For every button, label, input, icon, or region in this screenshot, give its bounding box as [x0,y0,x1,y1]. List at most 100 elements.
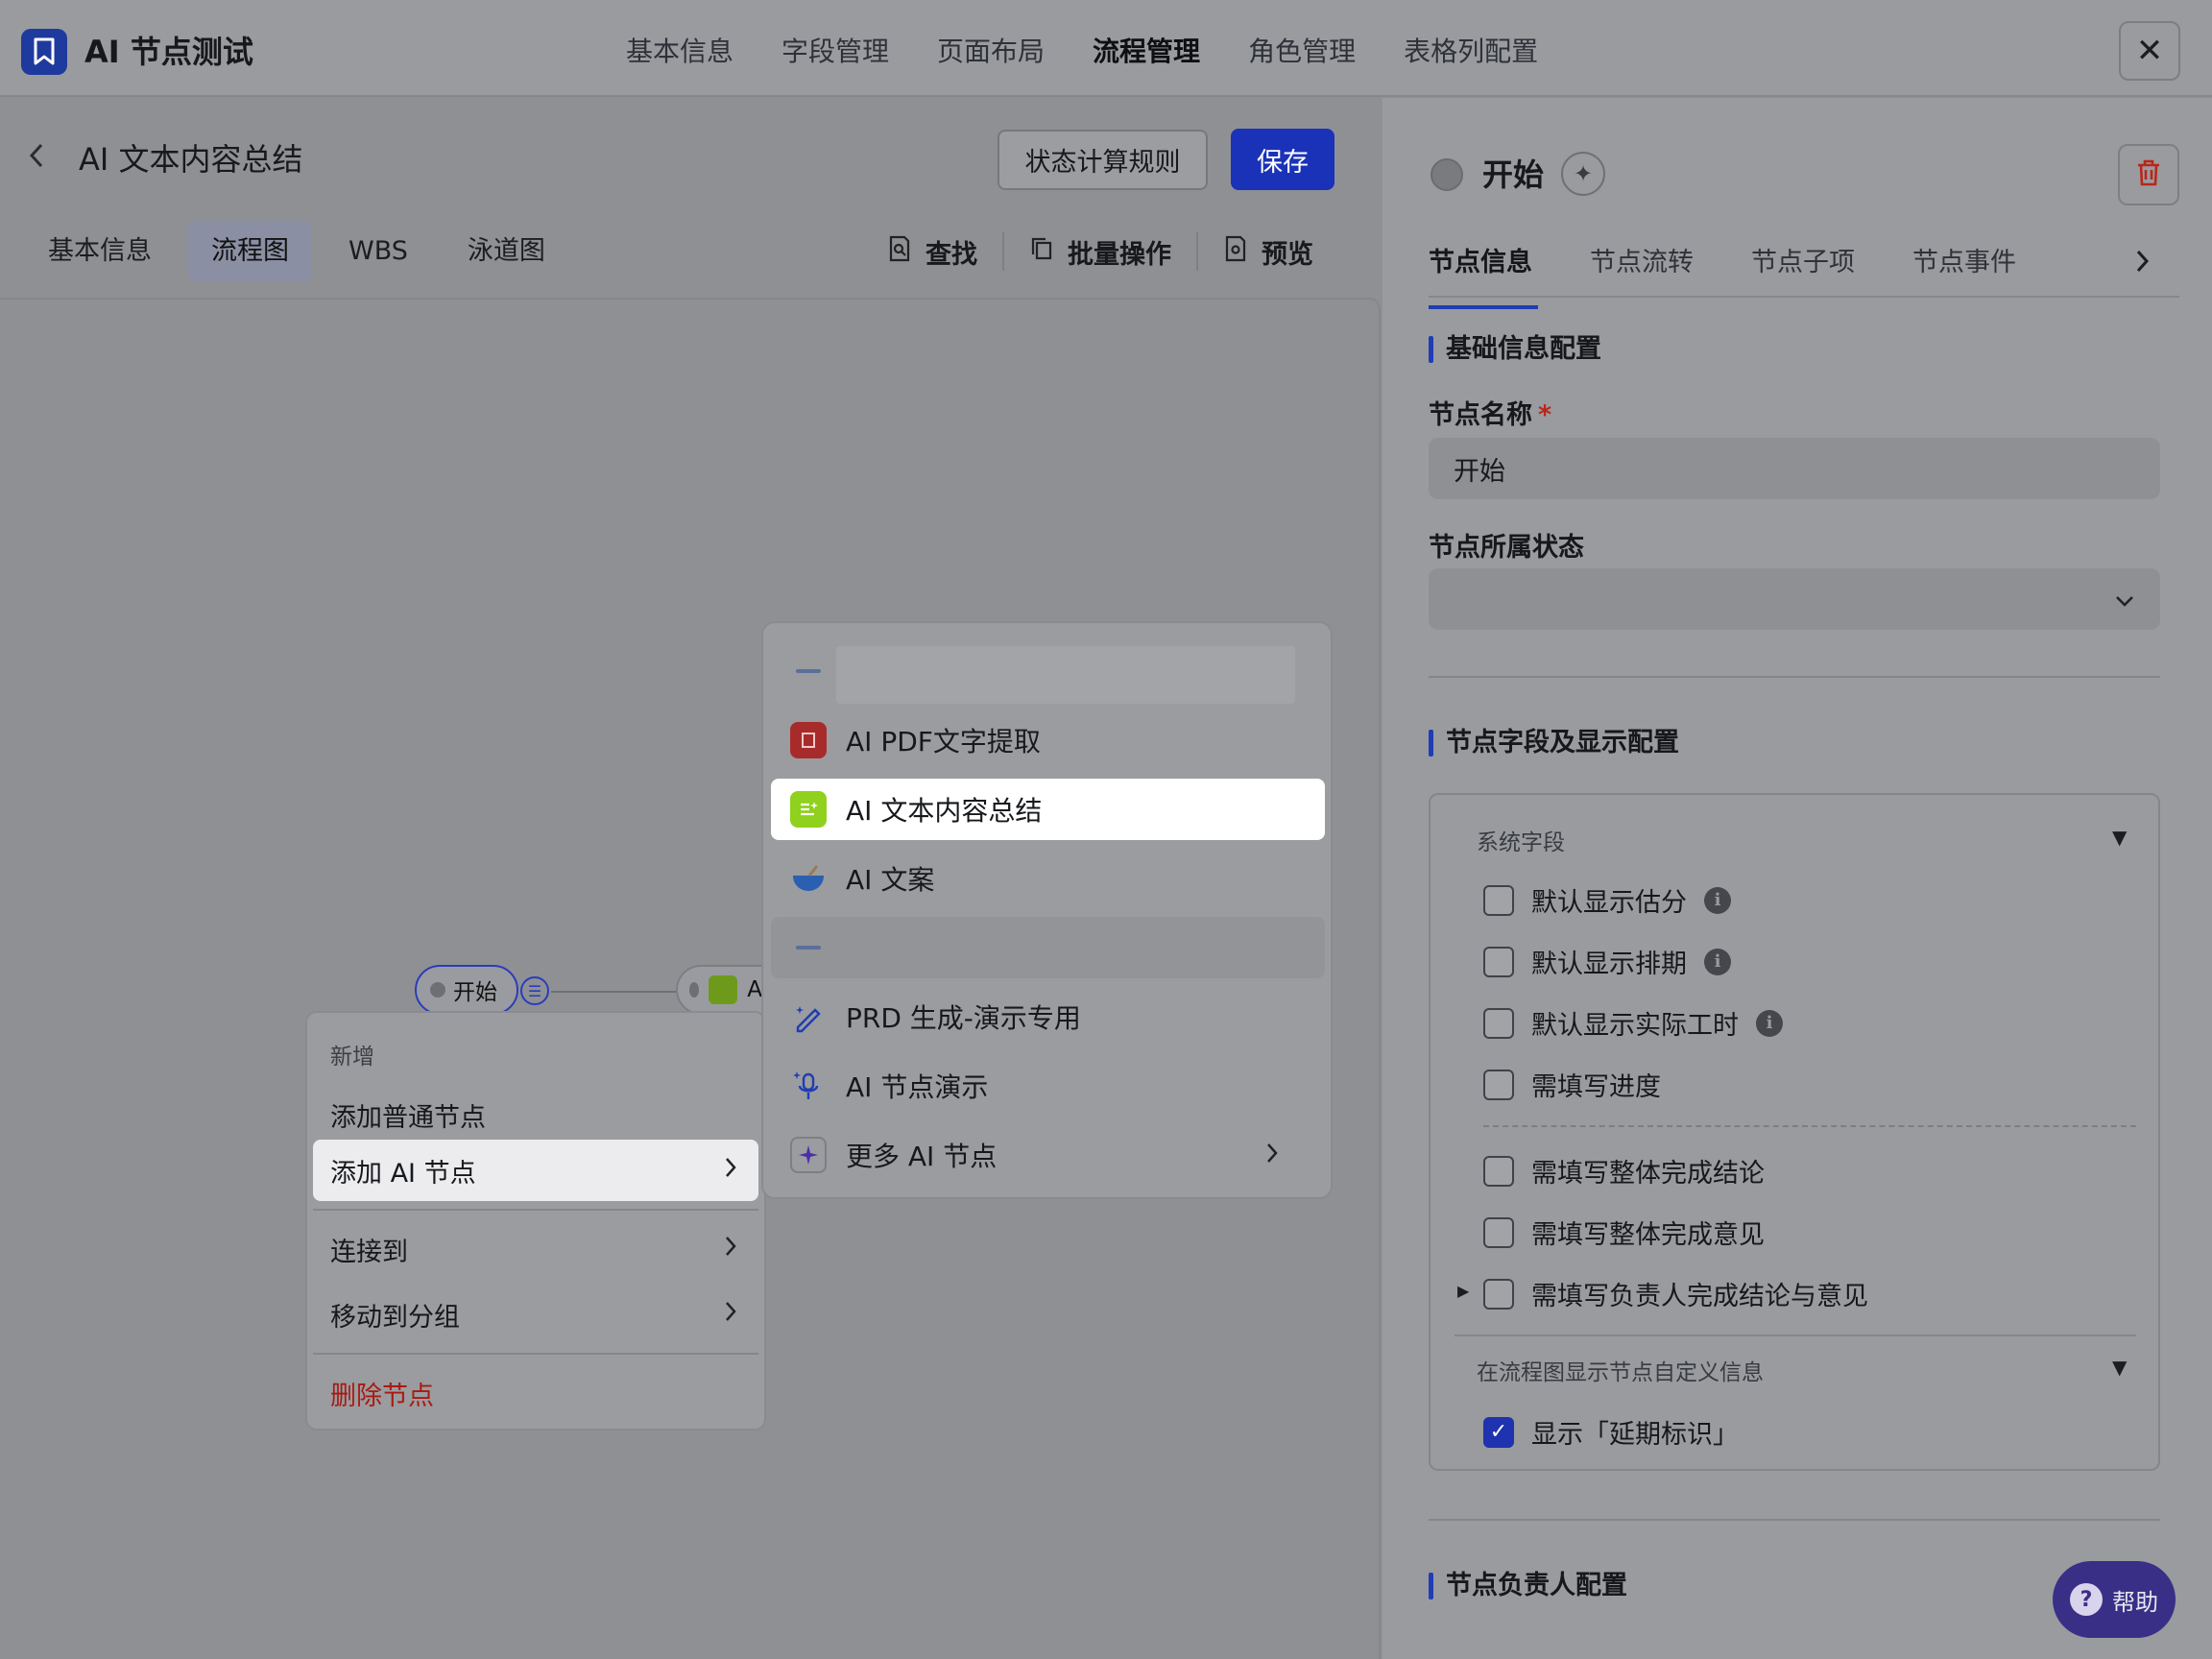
batch-operation-button[interactable]: 批量操作 [1004,233,1196,271]
tab-node-transition[interactable]: 节点流转 [1590,242,1694,296]
menu-item-move-to-group[interactable]: 移动到分组 [313,1284,758,1345]
find-button[interactable]: 查找 [862,233,1002,271]
checkbox-row-owner-conclusion[interactable]: 需填写负责人完成结论与意见 [1483,1275,1868,1312]
menu-item-more-ai-nodes[interactable]: 更多 AI 节点 [771,1124,1325,1186]
section-title-owner: 节点负责人配置 [1429,1569,1627,1603]
sparkle-icon [790,1137,827,1173]
menu-item-ai-copywriting[interactable]: AI 文案 [771,848,1325,909]
top-nav-basic-info[interactable]: 基本信息 [626,29,733,75]
mic-sparkle-icon [790,1068,827,1104]
checkbox-label: 需填写进度 [1531,1072,1661,1102]
menu-item-ai-node-demo[interactable]: AI 节点演示 [771,1055,1325,1117]
flow-node-ai[interactable]: A [676,965,762,1015]
dashed-divider [1483,1125,2136,1127]
top-nav-table-columns[interactable]: 表格列配置 [1404,29,1538,75]
help-button[interactable]: ? 帮助 [2053,1561,2176,1638]
collapse-triangle-icon[interactable]: ▼ [2112,1356,2127,1379]
top-nav-process-management[interactable]: 流程管理 [1093,29,1200,75]
menu-item-add-normal-node[interactable]: 添加普通节点 [313,1084,758,1145]
section-divider [1429,1519,2160,1521]
top-nav-field-management[interactable]: 字段管理 [781,29,889,75]
checkbox[interactable] [1483,1278,1514,1310]
menu-item-add-ai-node[interactable]: 添加 AI 节点 [313,1140,758,1201]
flow-node-label: A [747,977,762,1002]
section-divider [1429,676,2160,678]
tab-swimlane[interactable]: 泳道图 [445,221,568,282]
tab-node-info[interactable]: 节点信息 [1429,242,1538,309]
ai-sparkle-button[interactable]: ✦ [1561,152,1605,196]
menu-item-ai-pdf[interactable]: AI PDF文字提取 [771,709,1325,771]
find-icon [887,235,912,269]
checkbox-row-estimate[interactable]: 默认显示估分 i [1483,881,1731,919]
checkbox-row-schedule[interactable]: 默认显示排期 i [1483,943,1731,980]
section-title-fields: 节点字段及显示配置 [1429,726,1679,760]
chevron-right-icon[interactable] [2135,246,2151,282]
status-rule-button[interactable]: 状态计算规则 [998,130,1208,190]
blurred-placeholder [836,646,1295,704]
top-nav-role-management[interactable]: 角色管理 [1248,29,1356,75]
checkbox[interactable] [1483,1216,1514,1248]
tab-node-events[interactable]: 节点事件 [1912,242,2016,296]
save-button[interactable]: 保存 [1231,129,1334,190]
page-title: AI 文本内容总结 [79,141,303,178]
close-button[interactable]: ✕ [2119,21,2180,81]
flow-node-label: 开始 [453,980,497,1005]
checkbox[interactable] [1483,1155,1514,1187]
input-value: 开始 [1454,456,1505,487]
find-label: 查找 [926,239,977,270]
checkbox-row-actual-hours[interactable]: 默认显示实际工时 i [1483,1004,1783,1042]
checkbox-row-overall-conclusion[interactable]: 需填写整体完成结论 [1483,1152,1765,1190]
collapse-triangle-icon[interactable]: ▼ [2112,826,2127,849]
tab-basic-info[interactable]: 基本信息 [25,221,175,282]
checkbox[interactable] [1483,1007,1514,1039]
app-title: AI 节点测试 [84,34,253,70]
menu-item-prd-generate[interactable]: PRD 生成-演示专用 [771,986,1325,1047]
brand-logo-icon [790,653,827,689]
checkbox-row-progress[interactable]: 需填写进度 [1483,1066,1661,1103]
top-nav-page-layout[interactable]: 页面布局 [937,29,1045,75]
info-icon[interactable]: i [1756,1009,1783,1037]
menu-item-delete-node[interactable]: 删除节点 [313,1362,758,1424]
menu-item-ai-text-summary[interactable]: AI 文本内容总结 [771,779,1325,840]
checkbox-checked[interactable]: ✓ [1483,1416,1514,1448]
back-chevron-icon[interactable] [27,140,46,179]
batch-label: 批量操作 [1068,239,1171,270]
menu-item-label: 移动到分组 [330,1302,460,1333]
tab-node-subitems[interactable]: 节点子项 [1751,242,1855,296]
info-icon[interactable]: i [1704,886,1731,914]
node-title: 开始 [1482,156,1545,193]
menu-item-content: 更多 AI 节点 [790,1136,997,1174]
system-fields-title: 系统字段 [1477,830,1565,855]
custom-info-title: 在流程图显示节点自定义信息 [1477,1360,1764,1385]
checkbox-row-overall-opinion[interactable]: 需填写整体完成意见 [1483,1214,1765,1251]
checkbox[interactable] [1483,884,1514,916]
tab-wbs[interactable]: WBS [325,221,431,282]
checkbox[interactable] [1483,1069,1514,1100]
checkbox-label: 显示「延期标识」 [1531,1420,1739,1450]
menu-item-label: 连接到 [330,1237,408,1267]
status-dot [689,982,700,998]
node-menu-icon[interactable]: ☰ [520,976,549,1005]
section-title-basic: 基础信息配置 [1429,332,1601,367]
expand-triangle-icon[interactable]: ▶ [1457,1282,1469,1300]
tab-flowchart[interactable]: 流程图 [188,221,312,282]
info-icon[interactable]: i [1704,948,1731,975]
delete-node-button[interactable] [2118,144,2179,205]
node-status-select[interactable] [1429,568,2160,630]
bowl-icon [790,860,827,897]
checkbox-row-delay-mark[interactable]: ✓ 显示「延期标识」 [1483,1413,1739,1451]
context-menu: 新增 添加普通节点 添加 AI 节点 连接到 移动到分组 删除节点 [305,1011,766,1431]
context-menu-section-title: 新增 [330,1045,374,1070]
node-name-input[interactable]: 开始 [1429,438,2160,499]
menu-item-connect-to[interactable]: 连接到 [313,1218,758,1280]
toolbar: 查找 批量操作 预览 [862,230,1338,273]
brand-logo-icon [790,929,827,966]
ai-node-submenu: AI PDF文字提取 AI 文本内容总结 AI 文案 PRD 生成-演示专用 A… [761,621,1333,1199]
checkbox[interactable] [1483,946,1514,977]
menu-item-label: 更多 AI 节点 [846,1141,998,1172]
panel-tabs: 节点信息 节点流转 节点子项 节点事件 [1429,242,2016,309]
label-text: 节点名称 [1429,400,1532,430]
flow-node-start[interactable]: 开始 [415,965,518,1015]
preview-button[interactable]: 预览 [1198,233,1338,271]
menu-item-blurred[interactable] [771,917,1325,978]
